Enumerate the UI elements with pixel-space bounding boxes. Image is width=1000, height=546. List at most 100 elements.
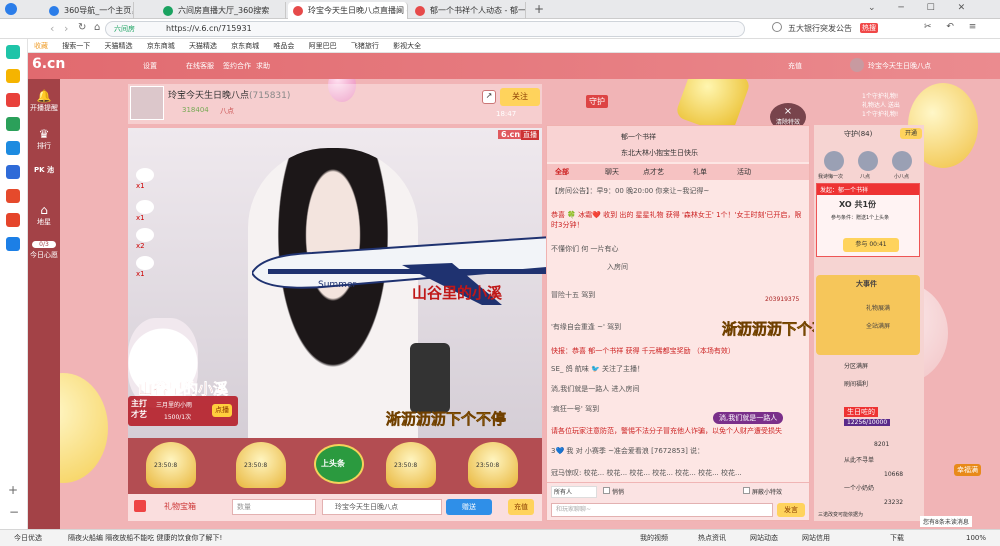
time-label: 18:47 [496,110,517,118]
status-video[interactable]: 我的视频 [640,530,668,546]
bookmark-item[interactable]: 天猫精选 [189,42,217,50]
bookmark-item[interactable]: 唯品会 [273,42,294,50]
close-tab-icon[interactable]: × [396,2,403,19]
bookmark-item[interactable]: 影视大全 [393,42,421,50]
new-tab-button[interactable]: + [534,2,544,16]
nav-rank[interactable]: ♛ 排行 [28,127,60,151]
user-name[interactable]: 玲宝今天生日晚八点 [868,61,931,71]
whisper-checkbox[interactable]: 悄悄 [603,487,624,496]
shop-icon[interactable] [6,213,20,227]
follow-button[interactable]: 关注 [500,88,540,106]
avatar[interactable] [850,58,864,72]
quantity-input[interactable]: 数量 [232,499,316,515]
status-news[interactable]: 热点资讯 [698,530,726,546]
nav-star[interactable]: ⌂ 地星 [28,203,60,227]
host-level: 八点 [220,107,234,115]
tv-icon[interactable] [6,237,20,251]
tab-gifts[interactable]: 礼单 [693,167,707,177]
bookmark-item[interactable]: 收藏 [34,42,48,50]
happiness-badge[interactable]: 幸福满 [954,464,981,476]
headline-seat[interactable]: 上头条 [314,444,364,484]
tab-activity[interactable]: 活动 [737,167,751,177]
share-button[interactable]: ↗ [482,90,496,104]
back-arrow-icon[interactable]: ‹ [50,22,54,35]
status-credit[interactable]: 网站信用 [802,530,830,546]
seat-item[interactable]: 23:50:8 [236,442,286,488]
chat-send-button[interactable]: 发言 [777,503,805,517]
gift-box-icon [134,500,146,512]
game-icon[interactable] [6,189,20,203]
guard-avatar[interactable] [892,151,912,171]
refresh-icon[interactable]: ↻ [78,22,86,33]
home-icon[interactable]: ⌂ [94,22,100,33]
nav-wish[interactable]: 0/3 今日心愿 [28,239,60,260]
live-badge: 直播 [521,130,539,140]
seat-item[interactable]: 23:50:8 [146,442,196,488]
sign-link[interactable]: 签约合作 [223,61,251,71]
url-field[interactable]: 六间房 https://v.6.cn/715931 [105,21,745,37]
guard-avatar[interactable] [824,151,844,171]
forward-arrow-icon[interactable]: › [64,22,68,35]
seat-item[interactable]: 23:50:8 [468,442,518,488]
help-link[interactable]: 求助 [256,61,270,71]
on-demand-button[interactable]: 点播 [212,404,232,417]
p-icon[interactable] [6,141,20,155]
hide-effects-checkbox[interactable]: 屏蔽小特效 [743,487,782,496]
seat-item[interactable]: 23:50:8 [386,442,436,488]
status-left[interactable]: 今日优选 [14,530,42,546]
tab-user-dynamic[interactable]: 郁一个书祥个人动态 - 郁一个书 [410,2,526,19]
status-download[interactable]: 下载 [890,530,904,546]
join-button[interactable]: 参与 00:41 [843,238,899,252]
search-hint[interactable]: 五大银行突发公告 [788,23,852,34]
chat-input[interactable]: 和玩家聊聊~ [551,503,773,517]
site-logo[interactable]: 6.cn [32,56,65,72]
nav-remind[interactable]: 🔔 开播提醒 [28,89,60,113]
tab-360-nav[interactable]: 360导航_一个主页，整个世界 [44,2,134,19]
guard-badge[interactable]: 守护 [586,95,608,108]
weibo-icon[interactable] [6,93,20,107]
tab-search[interactable]: 六间房直播大厅_360搜索 [158,2,286,19]
tab-live-room[interactable]: 玲宝今天生日晚八点直播间 - 或× [288,2,408,19]
service-link[interactable]: 在线客服 [186,61,214,71]
tab-talent[interactable]: 点才艺 [643,167,664,177]
send-gift-button[interactable]: 赠送 [446,499,492,515]
tab-chat[interactable]: 聊天 [605,167,619,177]
star-icon[interactable] [6,69,20,83]
mail-icon[interactable] [6,117,20,131]
bonus-number: 203919375 [765,296,800,303]
open-guard-button[interactable]: 开通 [900,128,922,139]
tab-favicon [49,6,59,16]
toolbar-icons[interactable]: ✂ ↶ ≡ [924,22,982,32]
status-zoom[interactable]: 100% [966,530,986,546]
top-user2[interactable]: 东北大林小抱宝生日快乐 [621,148,698,158]
doc-icon[interactable] [6,165,20,179]
host-avatar[interactable] [130,86,164,120]
host-tag[interactable]: 主打才艺 三月里的小雨 1500/1次 点播 [128,396,238,426]
app-icon[interactable] [6,45,20,59]
top-user[interactable]: 郁一个书祥 [621,132,656,142]
unread-messages[interactable]: 您有8条未读消息 [920,516,972,527]
guard-name: 八点 [860,174,871,180]
bookmark-item[interactable]: 飞猪旅行 [351,42,379,50]
back-circle-icon[interactable] [5,3,17,15]
recharge-link[interactable]: 充值 [788,61,802,71]
recharge-button[interactable]: 充值 [508,499,534,515]
add-icon[interactable]: + [8,483,18,497]
bookmark-item[interactable]: 阿里巴巴 [309,42,337,50]
bookmark-item[interactable]: 天猫精选 [104,42,132,50]
bookmark-item[interactable]: 京东商城 [231,42,259,50]
settings-link[interactable]: 设置 [143,61,157,71]
minus-icon[interactable]: − [9,505,19,519]
news-ticker[interactable]: 隔夜火船编 隔夜放船不能吃 健康的饮食你了解下! [68,530,222,546]
bookmark-item[interactable]: 搜索一下 [62,42,90,50]
audience-select[interactable]: 所有人 [551,486,597,498]
search-icon[interactable] [772,22,782,32]
tab-all[interactable]: 全部 [555,167,569,177]
host-card: 玲宝今天生日晚八点(715831) 318404 八点 ↗ 关注 [128,84,542,124]
nav-pk[interactable]: PK 池 [28,165,60,175]
status-dynamic[interactable]: 网站动态 [750,530,778,546]
gift-label[interactable]: 礼物宝箱 [164,501,196,512]
guard-avatar[interactable] [858,151,878,171]
bookmark-item[interactable]: 京东商城 [147,42,175,50]
target-select[interactable]: 玲宝今天生日晚八点 [322,499,442,515]
